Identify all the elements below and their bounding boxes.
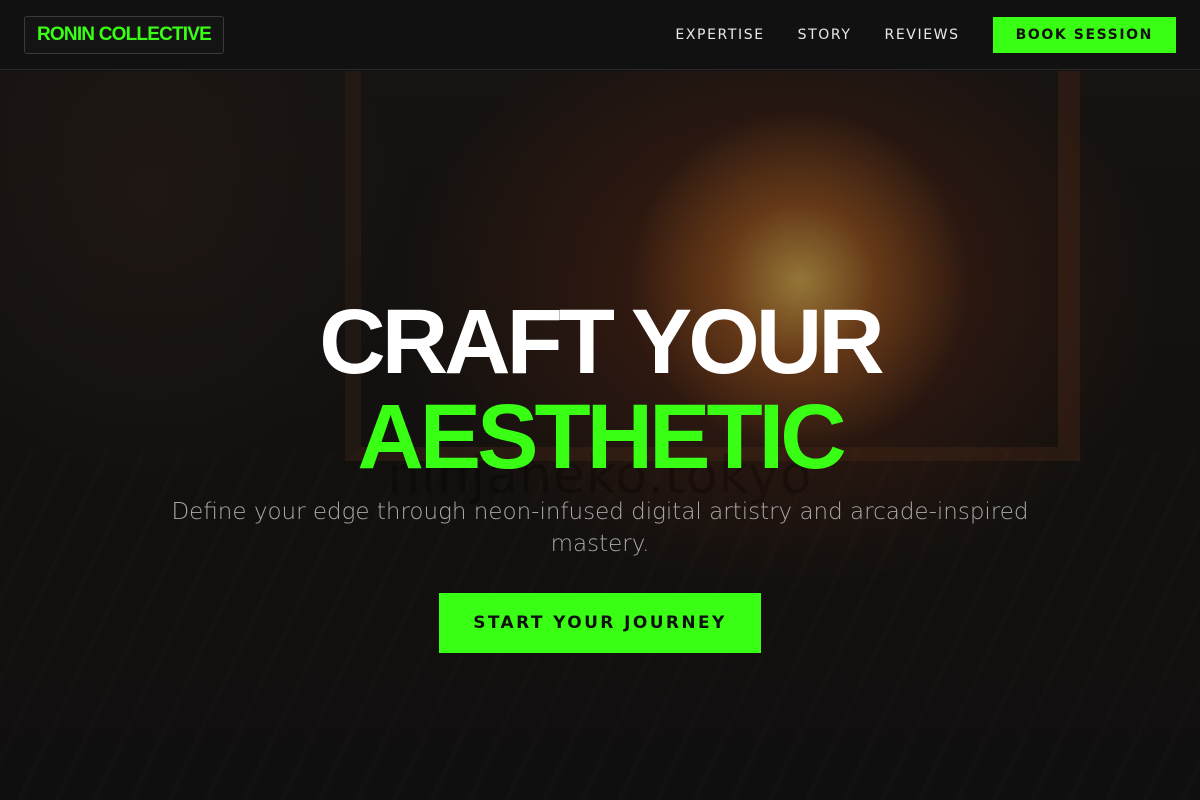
nav-link-reviews[interactable]: REVIEWS (885, 27, 960, 43)
nav-link-expertise[interactable]: EXPERTISE (675, 27, 764, 43)
hero-section: ninjaneko.tokyo CRAFT YOUR AESTHETIC Def… (0, 71, 1200, 800)
brand-logo[interactable]: RONIN COLLECTIVE (24, 15, 225, 54)
nav-link-story[interactable]: STORY (798, 27, 852, 43)
hero-title-line2: AESTHETIC (357, 386, 846, 488)
hero-subtitle: Define your edge through neon-infused di… (171, 499, 1029, 557)
book-session-button[interactable]: BOOK SESSION (992, 16, 1176, 53)
hero-title-line1: CRAFT YOUR (319, 291, 884, 393)
start-journey-button[interactable]: START YOUR JOURNEY (439, 593, 761, 653)
nav-links: EXPERTISE STORY REVIEWS BOOK SESSION (675, 16, 1176, 53)
top-navbar: RONIN COLLECTIVE EXPERTISE STORY REVIEWS… (0, 0, 1200, 70)
